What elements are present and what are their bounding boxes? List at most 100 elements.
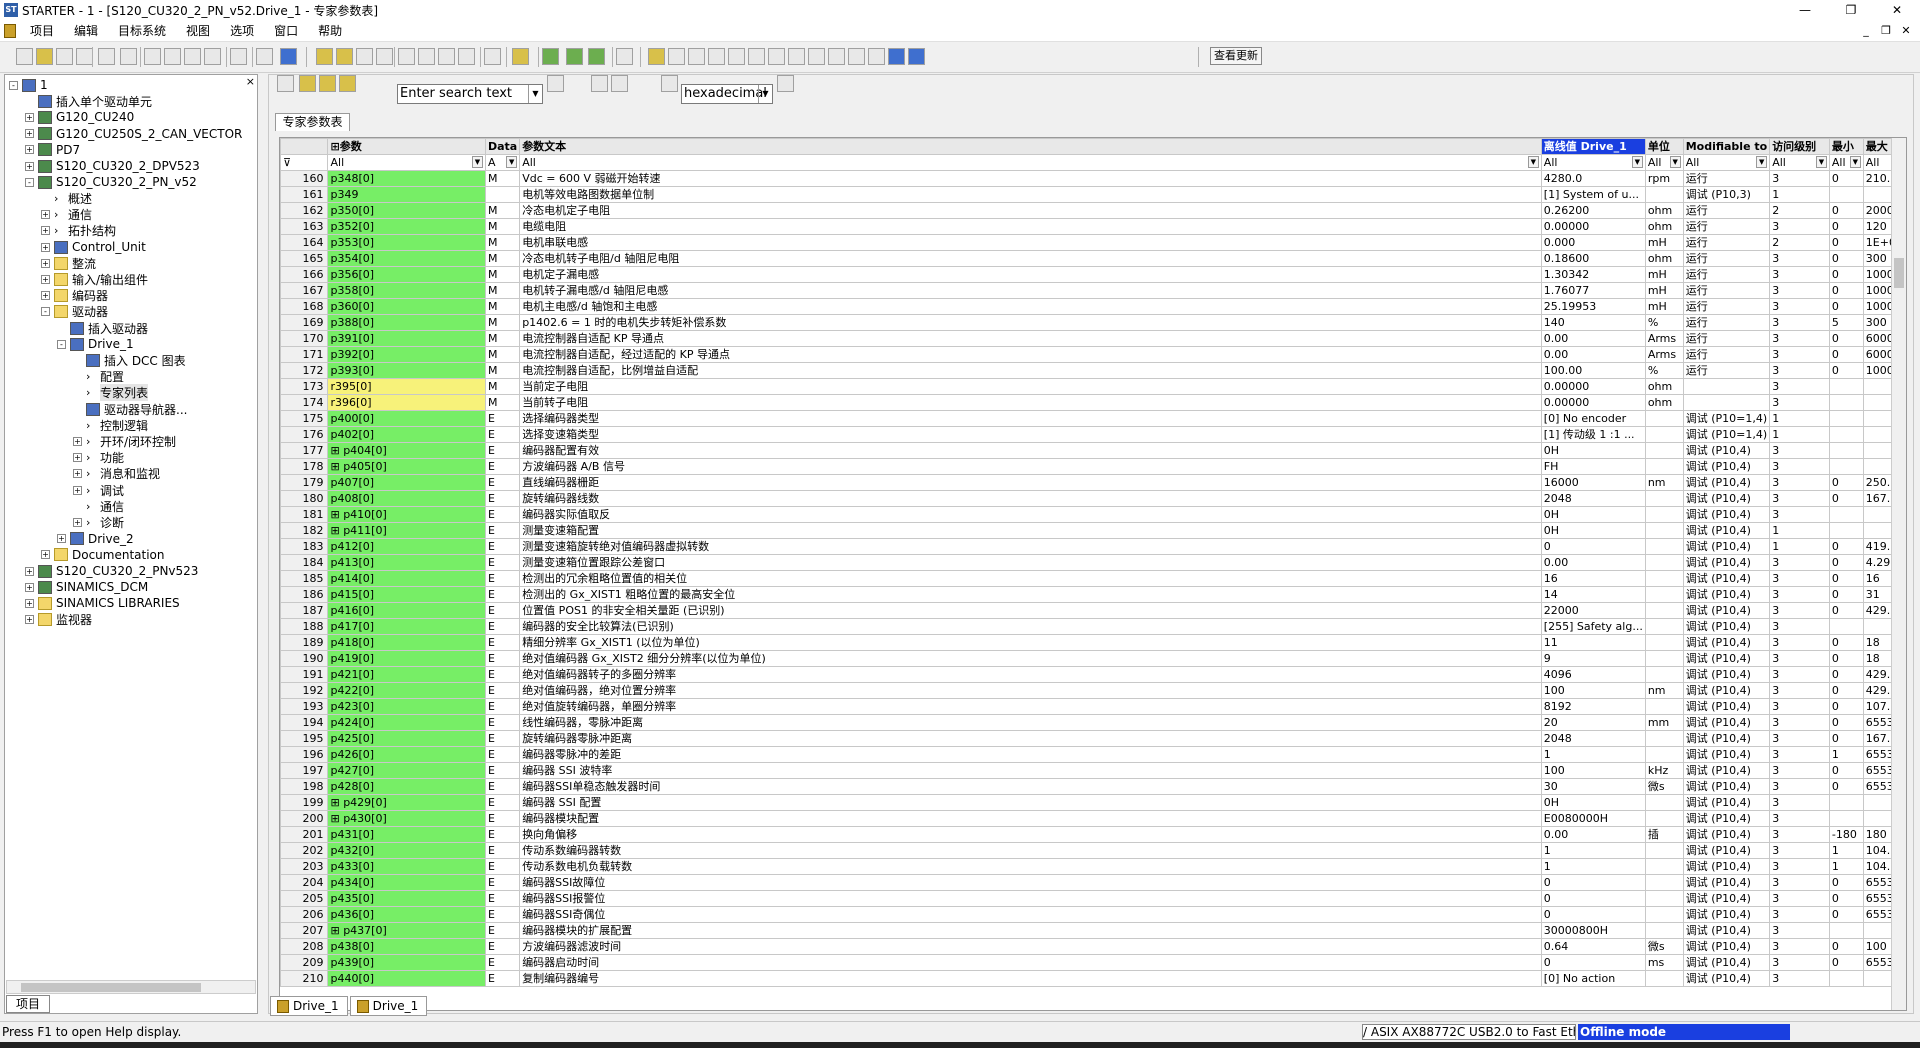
cell-unit[interactable] — [1644, 666, 1684, 683]
close-button[interactable]: ✕ — [1874, 0, 1920, 20]
table-row[interactable]: 179 p407[0] E 直线编码器栅距 16000 nm 调试 (P10,4) 3 0 250… — [280, 474, 1906, 491]
expand-icon[interactable]: + — [73, 436, 82, 446]
cell-text[interactable]: 旋转编码器线数 — [519, 490, 1542, 507]
cell-offline-value[interactable]: [1] 传动级 1 :1 ... — [1540, 426, 1646, 443]
cell-param[interactable]: ⊞ p411[0] — [327, 522, 486, 539]
cell-min[interactable]: 0 — [1828, 346, 1864, 363]
cell-text[interactable]: 电机主电感/d 轴饱和主电感 — [519, 298, 1542, 315]
table-row[interactable]: 161 p349 电机等效电路图数据单位制 [1] System of u... 调试 … — [280, 186, 1906, 203]
compare-icon[interactable] — [339, 75, 356, 92]
cell-param[interactable]: p408[0] — [327, 490, 486, 507]
cell-offline-value[interactable]: 8192 — [1540, 698, 1646, 715]
cell-min[interactable] — [1828, 394, 1864, 411]
filter-unit[interactable]: All ▼ — [1644, 154, 1684, 171]
cell-access-level[interactable]: 3 — [1769, 602, 1830, 619]
cell-modifiable[interactable]: 调试 (P10,4) — [1682, 634, 1771, 651]
chevron-down-icon[interactable]: ▼ — [1756, 155, 1768, 168]
cell-index[interactable]: 203 — [280, 858, 329, 875]
cell-unit[interactable] — [1644, 490, 1684, 507]
table-row[interactable]: 201 p431[0] E 换向角偏移 0.00 插调试 (P10,4) 3 -180 180 — [280, 826, 1906, 843]
cell-text[interactable]: 复制编码器编号 — [519, 970, 1542, 987]
cell-data[interactable]: E — [484, 426, 521, 443]
cell-index[interactable]: 206 — [280, 906, 329, 923]
cell-text[interactable]: 测量变速箱配置 — [519, 522, 1542, 539]
cell-text[interactable]: 冷态电机定子电阻 — [519, 202, 1542, 219]
table-row[interactable]: 202 p432[0] E 传动系数编码器转数 1 调试 (P10,4) 3 1 104... — [280, 842, 1906, 859]
cell-param[interactable]: p424[0] — [327, 714, 486, 731]
cell-modifiable[interactable]: 调试 (P10,4) — [1682, 762, 1771, 779]
cell-offline-value[interactable]: 14 — [1540, 586, 1646, 603]
cell-min[interactable] — [1828, 522, 1864, 539]
tab-drive-1-a[interactable]: Drive_1 — [270, 996, 348, 1016]
table-row[interactable]: 166 p356[0] M 电机定子漏电感 1.30342 mH 运行 3 0 1000 — [280, 266, 1906, 283]
cell-data[interactable]: E — [484, 794, 521, 811]
cell-offline-value[interactable]: 0.00000 — [1540, 218, 1646, 235]
tree-item[interactable]: + › 功能 — [73, 450, 124, 466]
tab-drive-1-b[interactable]: Drive_1 — [349, 996, 428, 1016]
cell-data[interactable]: E — [484, 490, 521, 507]
filter-data[interactable]: A ▼ — [484, 154, 521, 171]
cell-access-level[interactable]: 3 — [1769, 218, 1830, 235]
cell-text[interactable]: 电流控制器自适配 KP 导通点 — [519, 330, 1542, 347]
cell-data[interactable]: E — [484, 906, 521, 923]
cell-access-level[interactable]: 3 — [1769, 778, 1830, 795]
cell-min[interactable]: 0 — [1828, 362, 1864, 379]
cell-min[interactable]: 0 — [1828, 170, 1864, 187]
header-param[interactable]: ⊞参数 — [327, 138, 486, 155]
cell-offline-value[interactable]: 0 — [1540, 538, 1646, 555]
cell-data[interactable]: E — [484, 522, 521, 539]
toolbar-tool-icon[interactable] — [280, 48, 297, 65]
header-modifiable[interactable]: Modifiable to — [1682, 138, 1771, 155]
cell-offline-value[interactable]: 0H — [1540, 442, 1646, 459]
cell-modifiable[interactable]: 调试 (P10,4) — [1682, 746, 1771, 763]
expand-icon[interactable]: + — [73, 485, 82, 495]
table-row[interactable]: 197 p427[0] E 编码器 SSI 波特率 100 kHz 调试 (P10,4) 3 0… — [280, 762, 1906, 779]
cell-access-level[interactable]: 3 — [1769, 506, 1830, 523]
cell-access-level[interactable]: 3 — [1769, 442, 1830, 459]
cell-param[interactable]: p360[0] — [327, 298, 486, 315]
collapse-icon[interactable]: - — [41, 307, 50, 317]
cell-min[interactable]: 0 — [1828, 906, 1864, 923]
scrollbar-thumb[interactable] — [1894, 258, 1904, 288]
cell-data[interactable] — [484, 186, 521, 203]
cell-min[interactable] — [1828, 410, 1864, 427]
cell-unit[interactable] — [1644, 602, 1684, 619]
tree-item[interactable]: + PD7 — [25, 142, 80, 158]
toolbar-tool-icon[interactable] — [16, 48, 33, 65]
cell-access-level[interactable]: 3 — [1769, 762, 1830, 779]
cell-index[interactable]: 176 — [280, 426, 329, 443]
cell-index[interactable]: 185 — [280, 570, 329, 587]
cell-data[interactable]: E — [484, 778, 521, 795]
minimize-button[interactable]: — — [1782, 0, 1828, 20]
toolbar-tool-icon[interactable] — [76, 48, 93, 65]
cell-param[interactable]: p426[0] — [327, 746, 486, 763]
cell-offline-value[interactable]: 100 — [1540, 762, 1646, 779]
cell-min[interactable] — [1828, 458, 1864, 475]
cell-offline-value[interactable]: 0.00 — [1540, 826, 1646, 843]
cell-offline-value[interactable]: [1] System of u... — [1540, 186, 1646, 203]
cell-param[interactable]: p418[0] — [327, 634, 486, 651]
back-arrow-icon[interactable] — [661, 75, 678, 92]
mdi-restore-button[interactable]: ❐ — [1876, 24, 1896, 37]
table-row[interactable]: 205 p435[0] E 编码器SSI报警位 0 调试 (P10,4) 3 0 65535 — [280, 890, 1906, 907]
cell-modifiable[interactable]: 运行 — [1682, 250, 1771, 267]
table-row[interactable]: 167 p358[0] M 电机转子漏电感/d 轴阻尼电感 1.76077 mH 运行 3 0 1… — [280, 282, 1906, 299]
cell-param[interactable]: p422[0] — [327, 682, 486, 699]
tree-item[interactable]: 插入 DCC 图表 — [73, 352, 186, 368]
cell-index[interactable]: 209 — [280, 954, 329, 971]
cell-access-level[interactable]: 3 — [1769, 890, 1830, 907]
cell-param[interactable]: p412[0] — [327, 538, 486, 555]
toolbar-tool-icon[interactable] — [336, 48, 353, 65]
expand-icon[interactable]: + — [25, 615, 34, 625]
cell-index[interactable]: 184 — [280, 554, 329, 571]
cell-index[interactable]: 200 — [280, 810, 329, 827]
cell-access-level[interactable]: 3 — [1769, 938, 1830, 955]
tree-item[interactable]: + › 开环/闭环控制 — [73, 433, 176, 449]
cell-modifiable[interactable]: 调试 (P10,4) — [1682, 714, 1771, 731]
cell-access-level[interactable]: 3 — [1769, 858, 1830, 875]
cell-modifiable[interactable]: 调试 (P10,4) — [1682, 938, 1771, 955]
cell-access-level[interactable]: 3 — [1769, 570, 1830, 587]
cell-data[interactable]: E — [484, 570, 521, 587]
tree-item[interactable]: + SINAMICS LIBRARIES — [25, 595, 180, 611]
cell-offline-value[interactable]: 1.76077 — [1540, 282, 1646, 299]
